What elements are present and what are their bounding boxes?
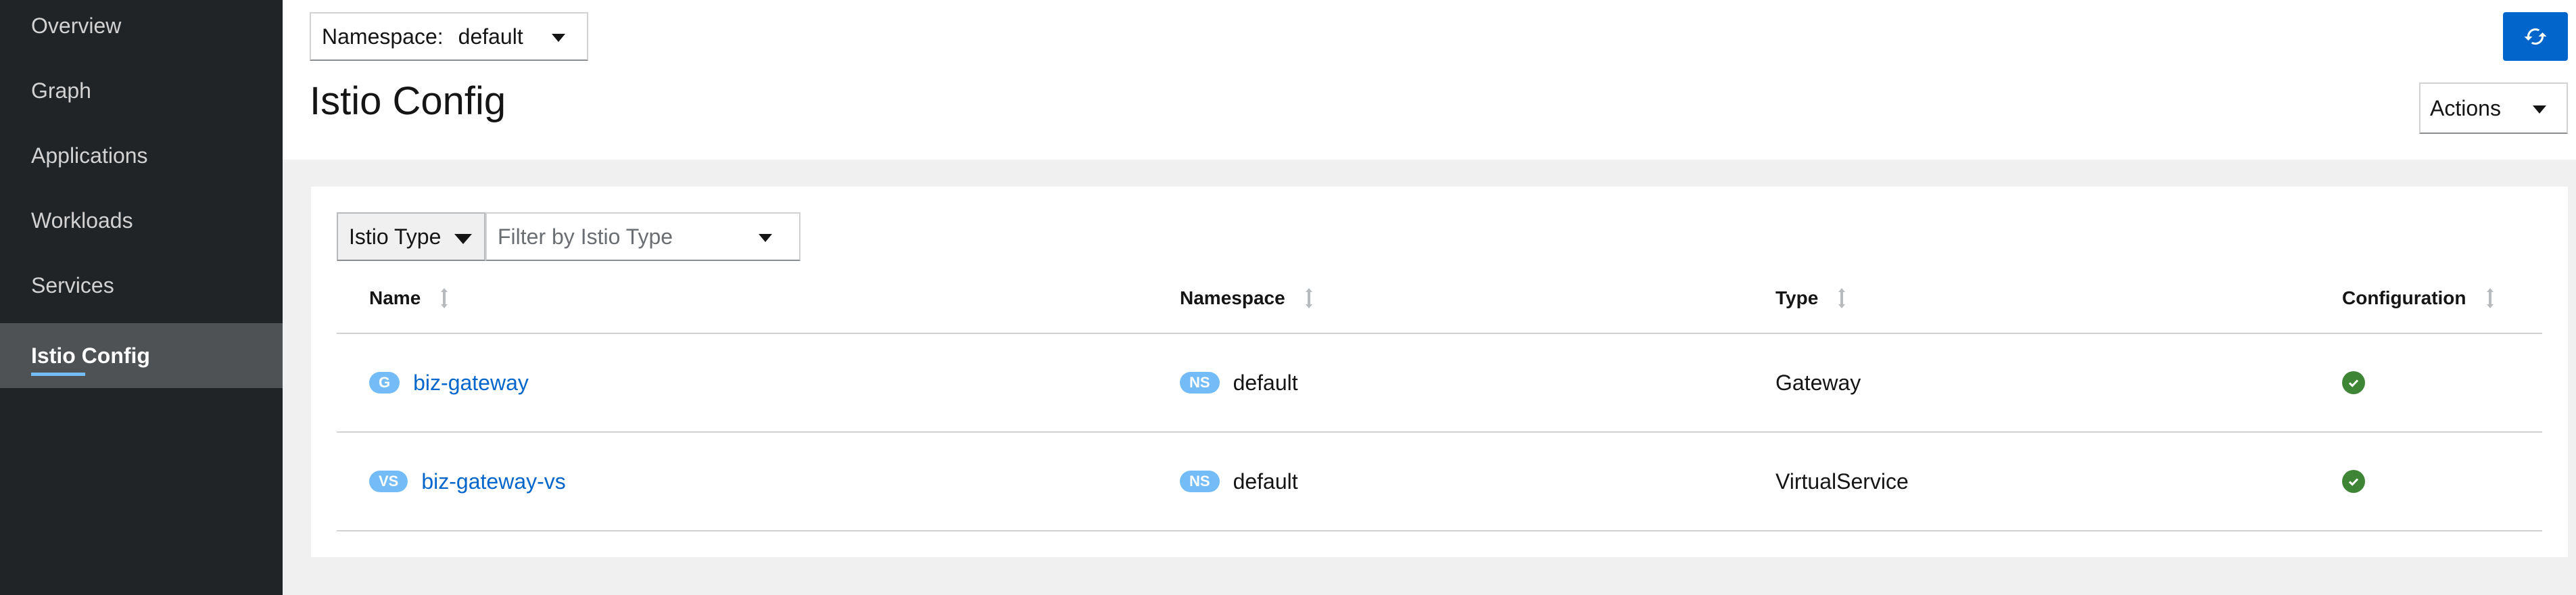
config-name-link[interactable]: biz-gateway: [413, 371, 529, 396]
filter-placeholder: Filter by Istio Type: [498, 224, 673, 249]
istio-config-list: Istio Type Filter by Istio Type Name Nam…: [311, 187, 2568, 557]
namespace-value: default: [458, 24, 523, 49]
sort-icon: [2486, 288, 2494, 308]
page-header: Namespace: default Istio Config Actions: [283, 0, 2576, 160]
column-header-namespace[interactable]: Namespace: [1180, 287, 1314, 310]
config-name-link[interactable]: biz-gateway-vs: [421, 469, 565, 494]
virtualservice-badge: VS: [369, 471, 408, 492]
namespace-cell: NS default: [1180, 468, 1298, 495]
refresh-button[interactable]: [2503, 12, 2568, 61]
sidebar-item-label: Services: [31, 272, 114, 298]
configuration-cell: [2342, 468, 2365, 495]
sort-icon: [1305, 288, 1312, 308]
caret-down-icon: [552, 34, 565, 42]
column-header-label: Name: [369, 287, 421, 308]
filter-type-select[interactable]: Istio Type: [337, 212, 485, 261]
page-title: Istio Config: [310, 79, 506, 123]
sidebar: Overview Graph Applications Workloads Se…: [0, 0, 283, 595]
sort-icon: [441, 288, 448, 308]
actions-label: Actions: [2430, 95, 2501, 120]
filter-toolbar: Istio Type Filter by Istio Type: [337, 212, 801, 261]
sidebar-item-label: Overview: [31, 13, 122, 38]
header-divider: [337, 333, 2542, 334]
namespace-badge: NS: [1180, 471, 1220, 492]
type-cell: VirtualService: [1775, 469, 1909, 494]
check-circle-icon[interactable]: [2342, 470, 2365, 493]
namespace-cell: NS default: [1180, 369, 1298, 396]
caret-down-icon: [2533, 105, 2546, 114]
row-divider: [337, 530, 2542, 531]
sidebar-item-istio-config[interactable]: Istio Config: [0, 323, 283, 388]
row-divider: [337, 431, 2542, 433]
caret-down-icon: [759, 234, 772, 242]
column-header-type[interactable]: Type: [1775, 287, 1846, 310]
sidebar-item-label: Graph: [31, 78, 91, 103]
namespace-value: default: [1233, 370, 1298, 395]
sync-icon: [2524, 28, 2547, 45]
filter-by-istio-type-select[interactable]: Filter by Istio Type: [485, 212, 801, 261]
sidebar-item-workloads[interactable]: Workloads: [0, 188, 283, 253]
column-header-label: Configuration: [2342, 287, 2466, 308]
type-cell: Gateway: [1775, 370, 1861, 395]
filter-type-label: Istio Type: [349, 224, 442, 249]
column-header-label: Namespace: [1180, 287, 1285, 308]
namespace-value: default: [1233, 469, 1298, 494]
name-cell: VS biz-gateway-vs: [369, 468, 566, 495]
namespace-label: Namespace:: [322, 24, 444, 49]
sidebar-item-applications[interactable]: Applications: [0, 123, 283, 188]
check-circle-icon[interactable]: [2342, 371, 2365, 394]
sidebar-item-services[interactable]: Services: [0, 253, 283, 318]
column-header-label: Type: [1775, 287, 1819, 308]
caret-down-icon: [454, 234, 472, 244]
namespace-selector[interactable]: Namespace: default: [310, 12, 588, 61]
sort-icon: [1838, 288, 1846, 308]
active-indicator: [31, 373, 85, 376]
sidebar-item-label: Applications: [31, 143, 148, 168]
actions-dropdown[interactable]: Actions: [2419, 82, 2568, 134]
sidebar-item-label: Istio Config: [31, 343, 150, 368]
sidebar-item-label: Workloads: [31, 208, 133, 233]
gateway-badge: G: [369, 372, 400, 394]
namespace-badge: NS: [1180, 372, 1220, 394]
sidebar-item-overview[interactable]: Overview: [0, 0, 283, 58]
column-header-configuration[interactable]: Configuration: [2342, 287, 2495, 310]
name-cell: G biz-gateway: [369, 369, 529, 396]
sidebar-item-graph[interactable]: Graph: [0, 58, 283, 123]
configuration-cell: [2342, 369, 2365, 396]
column-header-name[interactable]: Name: [369, 287, 449, 310]
